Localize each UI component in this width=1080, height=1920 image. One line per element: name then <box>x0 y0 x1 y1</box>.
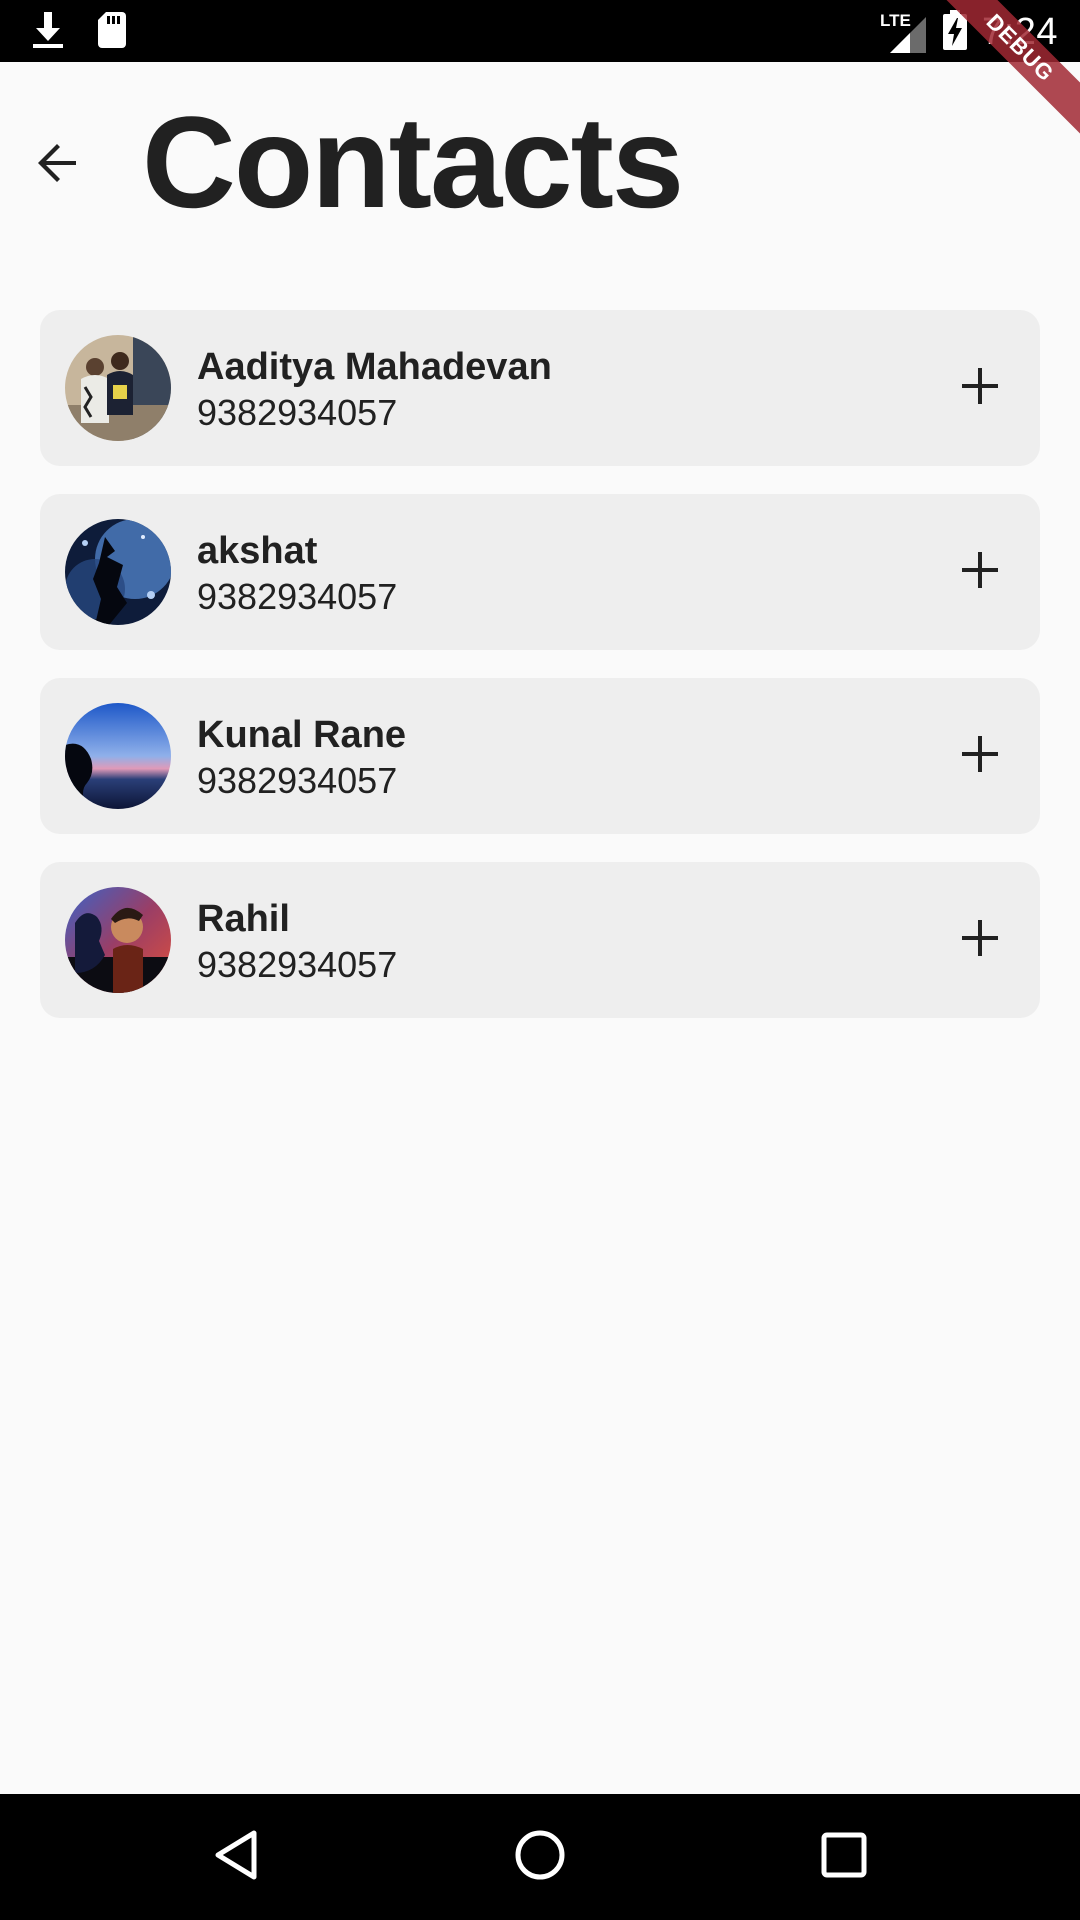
avatar <box>65 519 171 625</box>
status-bar-left <box>30 10 128 55</box>
recents-square-icon <box>820 1831 868 1884</box>
nav-home-button[interactable] <box>510 1827 570 1887</box>
contact-card[interactable]: Kunal Rane 9382934057 <box>40 678 1040 834</box>
contact-phone: 9382934057 <box>197 944 398 985</box>
contact-phone: 9382934057 <box>197 760 398 801</box>
contact-phone: 9382934057 <box>197 576 398 617</box>
add-icon <box>960 366 1000 411</box>
nav-back-button[interactable] <box>206 1827 266 1887</box>
contact-phone: 9382934057 <box>197 392 398 433</box>
contact-name: Aaditya Mahadevan <box>197 346 552 388</box>
back-button[interactable] <box>28 135 88 195</box>
add-contact-button[interactable] <box>950 358 1010 418</box>
contact-card[interactable]: akshat 9382934057 <box>40 494 1040 650</box>
download-icon <box>30 10 66 55</box>
add-icon <box>960 734 1000 779</box>
avatar <box>65 887 171 993</box>
contact-list: Aaditya Mahadevan 9382934057 akshat 9382… <box>40 310 1040 1046</box>
contact-card[interactable]: Aaditya Mahadevan 9382934057 <box>40 310 1040 466</box>
sd-card-icon <box>96 10 128 55</box>
add-icon <box>960 918 1000 963</box>
contact-card[interactable]: Rahil 9382934057 <box>40 862 1040 1018</box>
back-triangle-icon <box>212 1829 260 1886</box>
add-contact-button[interactable] <box>950 910 1010 970</box>
contact-name: Rahil <box>197 898 290 940</box>
navigation-bar <box>0 1794 1080 1920</box>
add-icon <box>960 550 1000 595</box>
contact-name: Kunal Rane <box>197 714 407 756</box>
contact-name: akshat <box>197 530 318 572</box>
add-contact-button[interactable] <box>950 726 1010 786</box>
lte-signal-icon: LTE <box>880 11 928 55</box>
home-circle-icon <box>514 1829 566 1886</box>
nav-recents-button[interactable] <box>814 1827 874 1887</box>
add-contact-button[interactable] <box>950 542 1010 602</box>
page-title: Contacts <box>142 89 684 235</box>
arrow-back-icon <box>34 139 82 192</box>
avatar <box>65 703 171 809</box>
screen: LTE 7:24 DEBUG Contacts <box>0 0 1080 1920</box>
status-bar: LTE 7:24 <box>0 0 1080 62</box>
avatar <box>65 335 171 441</box>
